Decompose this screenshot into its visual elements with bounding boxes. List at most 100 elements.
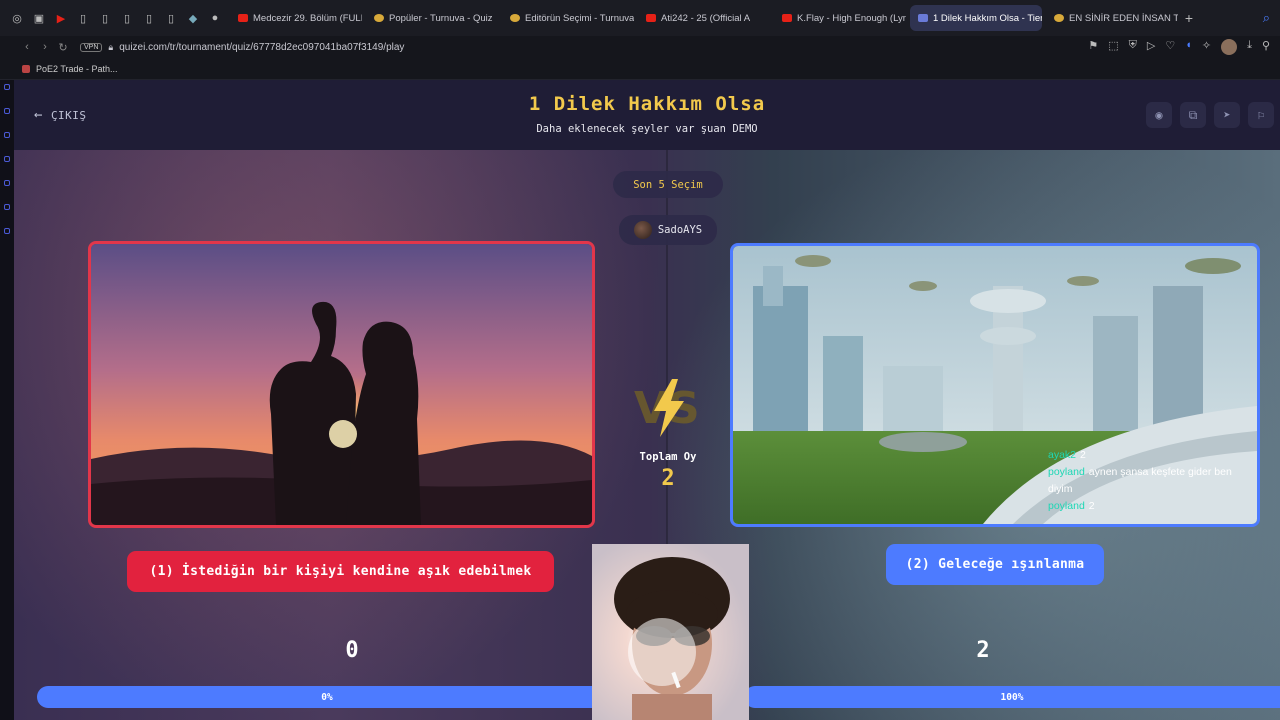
browser-menu-icon[interactable]: ◎ (6, 7, 28, 29)
chat-user: ayak2 (1048, 449, 1077, 461)
page-pinned-icon[interactable]: ▯ (94, 7, 116, 29)
page-pinned-icon[interactable]: ▯ (72, 7, 94, 29)
tab-title: Medcezir 29. Bölüm (FULL (253, 12, 362, 24)
chat-text: 2 (1080, 449, 1086, 461)
option-right-button[interactable]: (2) Geleceğe ışınlanma (886, 544, 1104, 585)
reload-icon[interactable]: ↻ (54, 41, 72, 54)
page-pinned-icon[interactable]: ▯ (160, 7, 182, 29)
option-left-button[interactable]: (1) İstediğin bir kişiyi kendine aşık ed… (127, 551, 554, 592)
back-arrow-icon[interactable]: ‹ (18, 41, 36, 53)
lightning-vs-icon: VS (634, 379, 700, 437)
total-votes-label: Toplam Oy (639, 451, 697, 463)
share-icon[interactable]: ➤ (1214, 102, 1240, 128)
url-field[interactable]: quizei.com/tr/tournament/quiz/67778d2ec0… (119, 42, 404, 53)
play-icon[interactable]: ▷ (1147, 39, 1155, 55)
pin-icon[interactable]: ⚲ (1262, 39, 1270, 55)
address-bar-row: ‹ › ↻ VPN 🔒︎ quizei.com/tr/tournament/qu… (0, 36, 1280, 58)
sidebar-icon[interactable] (4, 108, 10, 114)
chat-message: poyland aynen şansa keşfete gider ben diy… (1048, 464, 1253, 498)
quiz-title: 1 Dilek Hakkım Olsa (528, 93, 766, 115)
left-percent-bar: 0% (37, 686, 617, 708)
forward-arrow-icon[interactable]: › (36, 41, 54, 53)
right-percent-bar: 100% (744, 686, 1280, 708)
browser-tab[interactable]: EN SİNİR EDEN İNSAN TİP (1046, 5, 1178, 31)
total-votes-value: 2 (661, 466, 675, 491)
screenshot-icon[interactable]: ⬚ (1108, 39, 1118, 55)
webcam-video (592, 544, 749, 720)
browser-tab[interactable]: Medcezir 29. Bölüm (FULL (230, 5, 362, 31)
right-percent-label: 100% (1000, 691, 1024, 703)
profile-avatar[interactable] (1221, 39, 1238, 55)
last-choices-button[interactable]: Son 5 Seçim (613, 171, 723, 198)
search-icon[interactable]: ⌕ (1263, 10, 1270, 26)
extensions-icon[interactable]: ✧ (1202, 39, 1211, 55)
sidebar-icon[interactable] (4, 156, 10, 162)
page-pinned-icon[interactable]: ▯ (138, 7, 160, 29)
stream-chat-overlay: ayak2 2 poyland aynen şansa keşfete gider … (1048, 447, 1253, 515)
left-percent-label: 0% (321, 691, 333, 703)
quiz-page: ← ÇIKIŞ 1 Dilek Hakkım Olsa Daha eklenec… (14, 80, 1280, 720)
couple-sunset-image (91, 244, 592, 525)
bookmark-icon[interactable]: ⚑ (1088, 39, 1098, 55)
new-tab-plus-icon[interactable]: + (1178, 7, 1200, 29)
copy-link-icon[interactable]: ⧉ (1180, 102, 1206, 128)
youtube-icon (238, 14, 248, 22)
browser-tab[interactable]: Ati242 - 25 (Official A (638, 5, 770, 31)
header-tools: ◉ ⧉ ➤ ⚐ (1146, 102, 1274, 128)
chat-user: poyland (1048, 500, 1085, 512)
voter-name: SadoAYS (657, 224, 703, 236)
sidebar-icon[interactable] (4, 132, 10, 138)
browser-tab[interactable]: K.Flay - High Enough (Lyri (774, 5, 906, 31)
quizei-icon (1054, 14, 1064, 22)
eye-icon[interactable]: ◉ (1146, 102, 1172, 128)
voter-badge: SadoAYS (619, 215, 717, 245)
sidebar-icon[interactable] (4, 204, 10, 210)
quizei-icon (918, 14, 928, 22)
bookmark-item[interactable]: PoE2 Trade - Path... (36, 64, 118, 74)
vs-emblem: VS (632, 377, 704, 444)
browser-tab[interactable]: Popüler - Turnuva - Quiz (366, 5, 498, 31)
tab-title: Editörün Seçimi - Turnuva (525, 12, 634, 24)
browser-tab[interactable]: Editörün Seçimi - Turnuva (502, 5, 634, 31)
shield-icon[interactable]: ⛨ (1129, 39, 1137, 55)
youtube-icon (782, 14, 792, 22)
chat-user: poyland (1048, 466, 1085, 478)
option-left-image[interactable] (88, 241, 595, 528)
bookmarks-bar: PoE2 Trade - Path... (0, 58, 1280, 80)
sidebar-strip (0, 80, 14, 720)
voter-avatar (633, 221, 652, 239)
tab-title: Ati242 - 25 (Official A (661, 12, 751, 24)
chat-message: ayak2 2 (1048, 447, 1253, 464)
heart-icon[interactable]: ♡ (1165, 39, 1175, 55)
vpn-badge[interactable]: VPN (80, 42, 103, 52)
chat-message: poyland 2 (1048, 498, 1253, 515)
tab-groups-icon[interactable]: ▣ (28, 7, 50, 29)
right-vote-count: 2 (976, 638, 990, 663)
report-flag-icon[interactable]: ⚐ (1248, 102, 1274, 128)
poe-bookmark-icon (22, 64, 30, 73)
download-icon[interactable]: ⤓ (1247, 39, 1252, 55)
streamer-webcam (592, 544, 749, 720)
quizei-icon (510, 14, 520, 22)
tab-title: K.Flay - High Enough (Lyri (797, 12, 906, 24)
tab-title: EN SİNİR EDEN İNSAN TİP (1069, 12, 1178, 24)
page-pinned-icon[interactable]: ▯ (116, 7, 138, 29)
google-pinned-icon[interactable]: ● (204, 7, 226, 29)
left-vote-count: 0 (345, 638, 359, 663)
browser-tab-bar: ◎ ▣ ▶ ▯ ▯ ▯ ▯ ▯ ◆ ● Medcezir 29. Bölüm (… (0, 0, 1280, 36)
lock-icon[interactable]: 🔒︎ (108, 42, 113, 53)
audio-icon[interactable]: ◖ (1185, 39, 1192, 55)
browser-tab-active[interactable]: 1 Dilek Hakkım Olsa - Tier (910, 5, 1042, 31)
chat-text: 2 (1088, 500, 1095, 512)
sidebar-icon[interactable] (4, 228, 10, 234)
youtube-icon (646, 14, 656, 22)
tab-title: 1 Dilek Hakkım Olsa - Tier (933, 12, 1042, 24)
sidebar-icon[interactable] (4, 84, 10, 90)
sidebar-icon[interactable] (4, 180, 10, 186)
youtube-pinned-icon[interactable]: ▶ (50, 7, 72, 29)
steam-pinned-icon[interactable]: ◆ (182, 7, 204, 29)
quiz-subtitle: Daha eklenecek şeyler var şuan DEMO (536, 123, 758, 135)
quiz-header: ← ÇIKIŞ 1 Dilek Hakkım Olsa Daha eklenec… (14, 80, 1280, 150)
tab-title: Popüler - Turnuva - Quiz (389, 12, 493, 24)
quizei-icon (374, 14, 384, 22)
